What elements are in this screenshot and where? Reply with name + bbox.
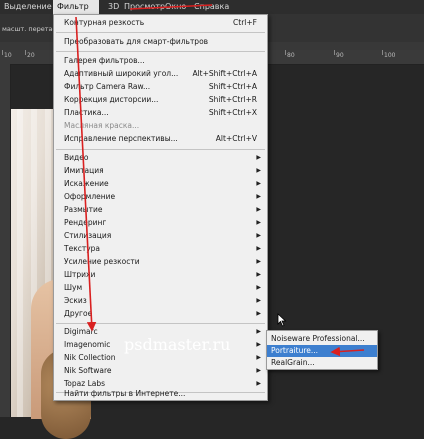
- menu-item-oil-paint[interactable]: Масляная краска...: [54, 120, 267, 132]
- menu-item-browse-filters-online[interactable]: Найти фильтры в Интернете...: [54, 388, 267, 400]
- menu-item-sketch[interactable]: Эскиз ▶: [54, 295, 267, 307]
- vertical-ruler: [0, 64, 11, 417]
- ruler-label: 10: [4, 52, 12, 59]
- submenu-arrow-icon: ▶: [256, 297, 261, 304]
- ruler-label: 80: [287, 52, 295, 59]
- ruler-label: 90: [336, 52, 344, 59]
- menu-item-lens-correction[interactable]: Коррекция дисторсии... Shift+Ctrl+R: [54, 94, 267, 106]
- menu-filter[interactable]: Фильтр: [53, 0, 99, 14]
- menu-item-artistic[interactable]: Имитация ▶: [54, 165, 267, 177]
- submenu-item-portraiture[interactable]: Portraiture...: [267, 345, 377, 357]
- submenu-arrow-icon: ▶: [256, 271, 261, 278]
- menu-item-texture[interactable]: Текстура ▶: [54, 243, 267, 255]
- menu-item-distort[interactable]: Искажение ▶: [54, 178, 267, 190]
- ruler-label: 20: [27, 52, 35, 59]
- menu-item-vanishing-point[interactable]: Исправление перспективы... Alt+Ctrl+V: [54, 133, 267, 145]
- submenu-item-realgrain[interactable]: RealGrain...: [267, 357, 377, 369]
- ruler-tick: [25, 50, 26, 55]
- menu-help[interactable]: Справка: [190, 0, 233, 14]
- submenu-arrow-icon: ▶: [256, 193, 261, 200]
- menu-item-stylize[interactable]: Стилизация ▶: [54, 230, 267, 242]
- menu-bar: Выделение Фильтр 3D Просмотр Окно Справк…: [0, 0, 424, 14]
- menu-item-filter-gallery[interactable]: Галерея фильтров...: [54, 55, 267, 67]
- menu-item-render[interactable]: Рендеринг ▶: [54, 217, 267, 229]
- watermark-text: psdmaster.ru: [124, 335, 231, 354]
- submenu-arrow-icon: ▶: [256, 245, 261, 252]
- menu-item-nik-software[interactable]: Nik Software ▶: [54, 365, 267, 377]
- menu-item-noise[interactable]: Шум ▶: [54, 282, 267, 294]
- menu-item-sharpen[interactable]: Усиление резкости ▶: [54, 256, 267, 268]
- submenu-arrow-icon: ▶: [256, 258, 261, 265]
- submenu-arrow-icon: ▶: [256, 354, 261, 361]
- submenu-arrow-icon: ▶: [256, 206, 261, 213]
- ruler-tick: [334, 50, 335, 55]
- imagenomic-submenu: Noiseware Professional... Portraiture...…: [266, 330, 378, 370]
- submenu-arrow-icon: ▶: [256, 367, 261, 374]
- mouse-cursor-icon: [277, 313, 287, 327]
- menu-item-pixelate[interactable]: Оформление ▶: [54, 191, 267, 203]
- menu-item-other[interactable]: Другое ▶: [54, 308, 267, 320]
- submenu-arrow-icon: ▶: [256, 284, 261, 291]
- ruler-tick: [2, 50, 3, 55]
- ruler-label: 100: [384, 52, 396, 59]
- submenu-arrow-icon: ▶: [256, 328, 261, 335]
- menu-select[interactable]: Выделение: [0, 0, 56, 14]
- ruler-tick: [382, 50, 383, 55]
- menu-item-camera-raw[interactable]: Фильтр Camera Raw... Shift+Ctrl+A: [54, 81, 267, 93]
- submenu-arrow-icon: ▶: [256, 341, 261, 348]
- menu-item-adaptive-wide-angle[interactable]: Адаптивный широкий угол... Alt+Shift+Ctrl…: [54, 68, 267, 80]
- submenu-arrow-icon: ▶: [256, 232, 261, 239]
- menu-item-liquify[interactable]: Пластика... Shift+Ctrl+X: [54, 107, 267, 119]
- menu-item-blur[interactable]: Размытие ▶: [54, 204, 267, 216]
- submenu-arrow-icon: ▶: [256, 154, 261, 161]
- submenu-arrow-icon: ▶: [256, 167, 261, 174]
- menu-item-brush-strokes[interactable]: Штрихи ▶: [54, 269, 267, 281]
- submenu-arrow-icon: ▶: [256, 219, 261, 226]
- submenu-arrow-icon: ▶: [256, 310, 261, 317]
- menu-item-unsharp[interactable]: Контурная резкость Ctrl+F: [54, 17, 267, 29]
- menu-item-smart-filters[interactable]: Преобразовать для смарт-фильтров: [54, 36, 267, 48]
- submenu-item-noiseware[interactable]: Noiseware Professional...: [267, 333, 377, 345]
- ruler-tick: [285, 50, 286, 55]
- menu-window[interactable]: Окно: [161, 0, 190, 14]
- submenu-arrow-icon: ▶: [256, 180, 261, 187]
- menu-item-video[interactable]: Видео ▶: [54, 152, 267, 164]
